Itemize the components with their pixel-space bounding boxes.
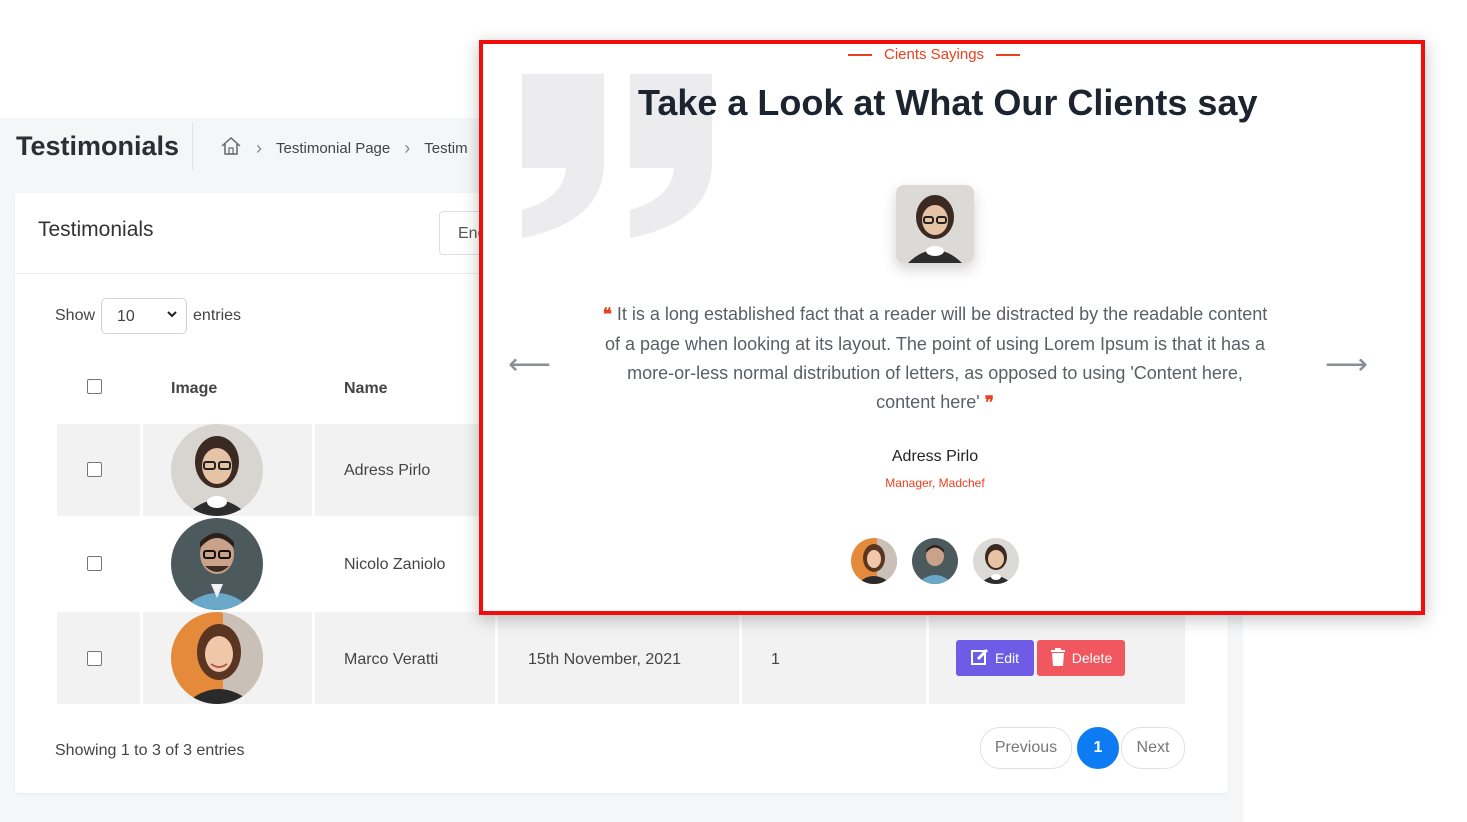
page-title: Testimonials bbox=[16, 131, 180, 161]
section-subtitle: Cients Sayings bbox=[848, 46, 1021, 63]
home-icon[interactable] bbox=[220, 136, 242, 160]
subtitle-dash-right bbox=[996, 53, 1021, 56]
previous-page-button[interactable]: Previous bbox=[980, 727, 1072, 769]
header-divider bbox=[192, 122, 193, 170]
select-all-checkbox[interactable] bbox=[87, 379, 102, 394]
avatar bbox=[171, 518, 263, 610]
trash-icon bbox=[1050, 647, 1066, 669]
edit-button[interactable]: Edit bbox=[956, 640, 1034, 676]
entries-length-control: Show 10 entries bbox=[55, 298, 241, 334]
chevron-down-icon bbox=[166, 307, 178, 324]
breadcrumb-item-current: Testim bbox=[424, 139, 468, 157]
row-date: 15th November, 2021 bbox=[528, 651, 681, 668]
page-1-button[interactable]: 1 bbox=[1077, 727, 1119, 769]
subtitle-dash-left bbox=[848, 53, 872, 56]
client-thumb-avatar[interactable] bbox=[912, 538, 958, 584]
entries-label: entries bbox=[193, 307, 242, 324]
row-name: Adress Pirlo bbox=[344, 462, 431, 479]
column-header-image[interactable]: Image bbox=[171, 380, 217, 398]
table-info: Showing 1 to 3 of 3 entries bbox=[55, 742, 245, 759]
section-headline: Take a Look at What Our Clients say bbox=[638, 82, 1258, 123]
avatar bbox=[171, 424, 263, 516]
entries-select[interactable]: 10 bbox=[101, 298, 188, 334]
next-page-button[interactable]: Next bbox=[1121, 727, 1185, 769]
avatar bbox=[171, 612, 263, 704]
subtitle-text: Cients Sayings bbox=[884, 46, 985, 63]
breadcrumb-item-testimonial-page[interactable]: Testimonial Page bbox=[276, 140, 390, 157]
close-quote-icon: ❞ bbox=[984, 393, 994, 413]
edit-label: Edit bbox=[994, 650, 1020, 666]
testimonial-quote: ❝ It is a long established fact that a r… bbox=[600, 300, 1270, 418]
row-name: Marco Veratti bbox=[344, 651, 439, 668]
order-cell bbox=[742, 612, 926, 704]
chevron-right-icon: › bbox=[256, 137, 262, 158]
client-name: Adress Pirlo bbox=[891, 448, 979, 465]
arrow-left-icon[interactable]: ⟵ bbox=[508, 347, 551, 382]
edit-icon bbox=[970, 648, 989, 669]
entries-select-value: 10 bbox=[117, 308, 135, 325]
active-client-avatar bbox=[896, 185, 974, 263]
open-quote-icon: ❝ bbox=[602, 305, 612, 325]
client-thumb-avatar[interactable] bbox=[973, 538, 1019, 584]
delete-button[interactable]: Delete bbox=[1037, 640, 1125, 676]
column-header-name[interactable]: Name bbox=[344, 380, 388, 398]
client-thumb-avatar[interactable] bbox=[851, 538, 897, 584]
delete-label: Delete bbox=[1071, 650, 1113, 666]
row-checkbox[interactable] bbox=[87, 651, 102, 666]
chevron-right-icon: › bbox=[404, 137, 411, 158]
row-name: Nicolo Zaniolo bbox=[344, 556, 446, 573]
row-order: 1 bbox=[771, 651, 780, 668]
row-checkbox[interactable] bbox=[87, 556, 102, 571]
card-title: Testimonials bbox=[38, 218, 154, 241]
row-checkbox[interactable] bbox=[87, 462, 102, 477]
client-role: Manager, Madchef bbox=[885, 476, 985, 490]
arrow-right-icon[interactable]: ⟶ bbox=[1325, 347, 1368, 382]
testimonial-quote-text: It is a long established fact that a rea… bbox=[604, 304, 1268, 412]
show-label: Show bbox=[55, 307, 96, 324]
breadcrumb: › Testimonial Page › Testim bbox=[220, 136, 468, 160]
